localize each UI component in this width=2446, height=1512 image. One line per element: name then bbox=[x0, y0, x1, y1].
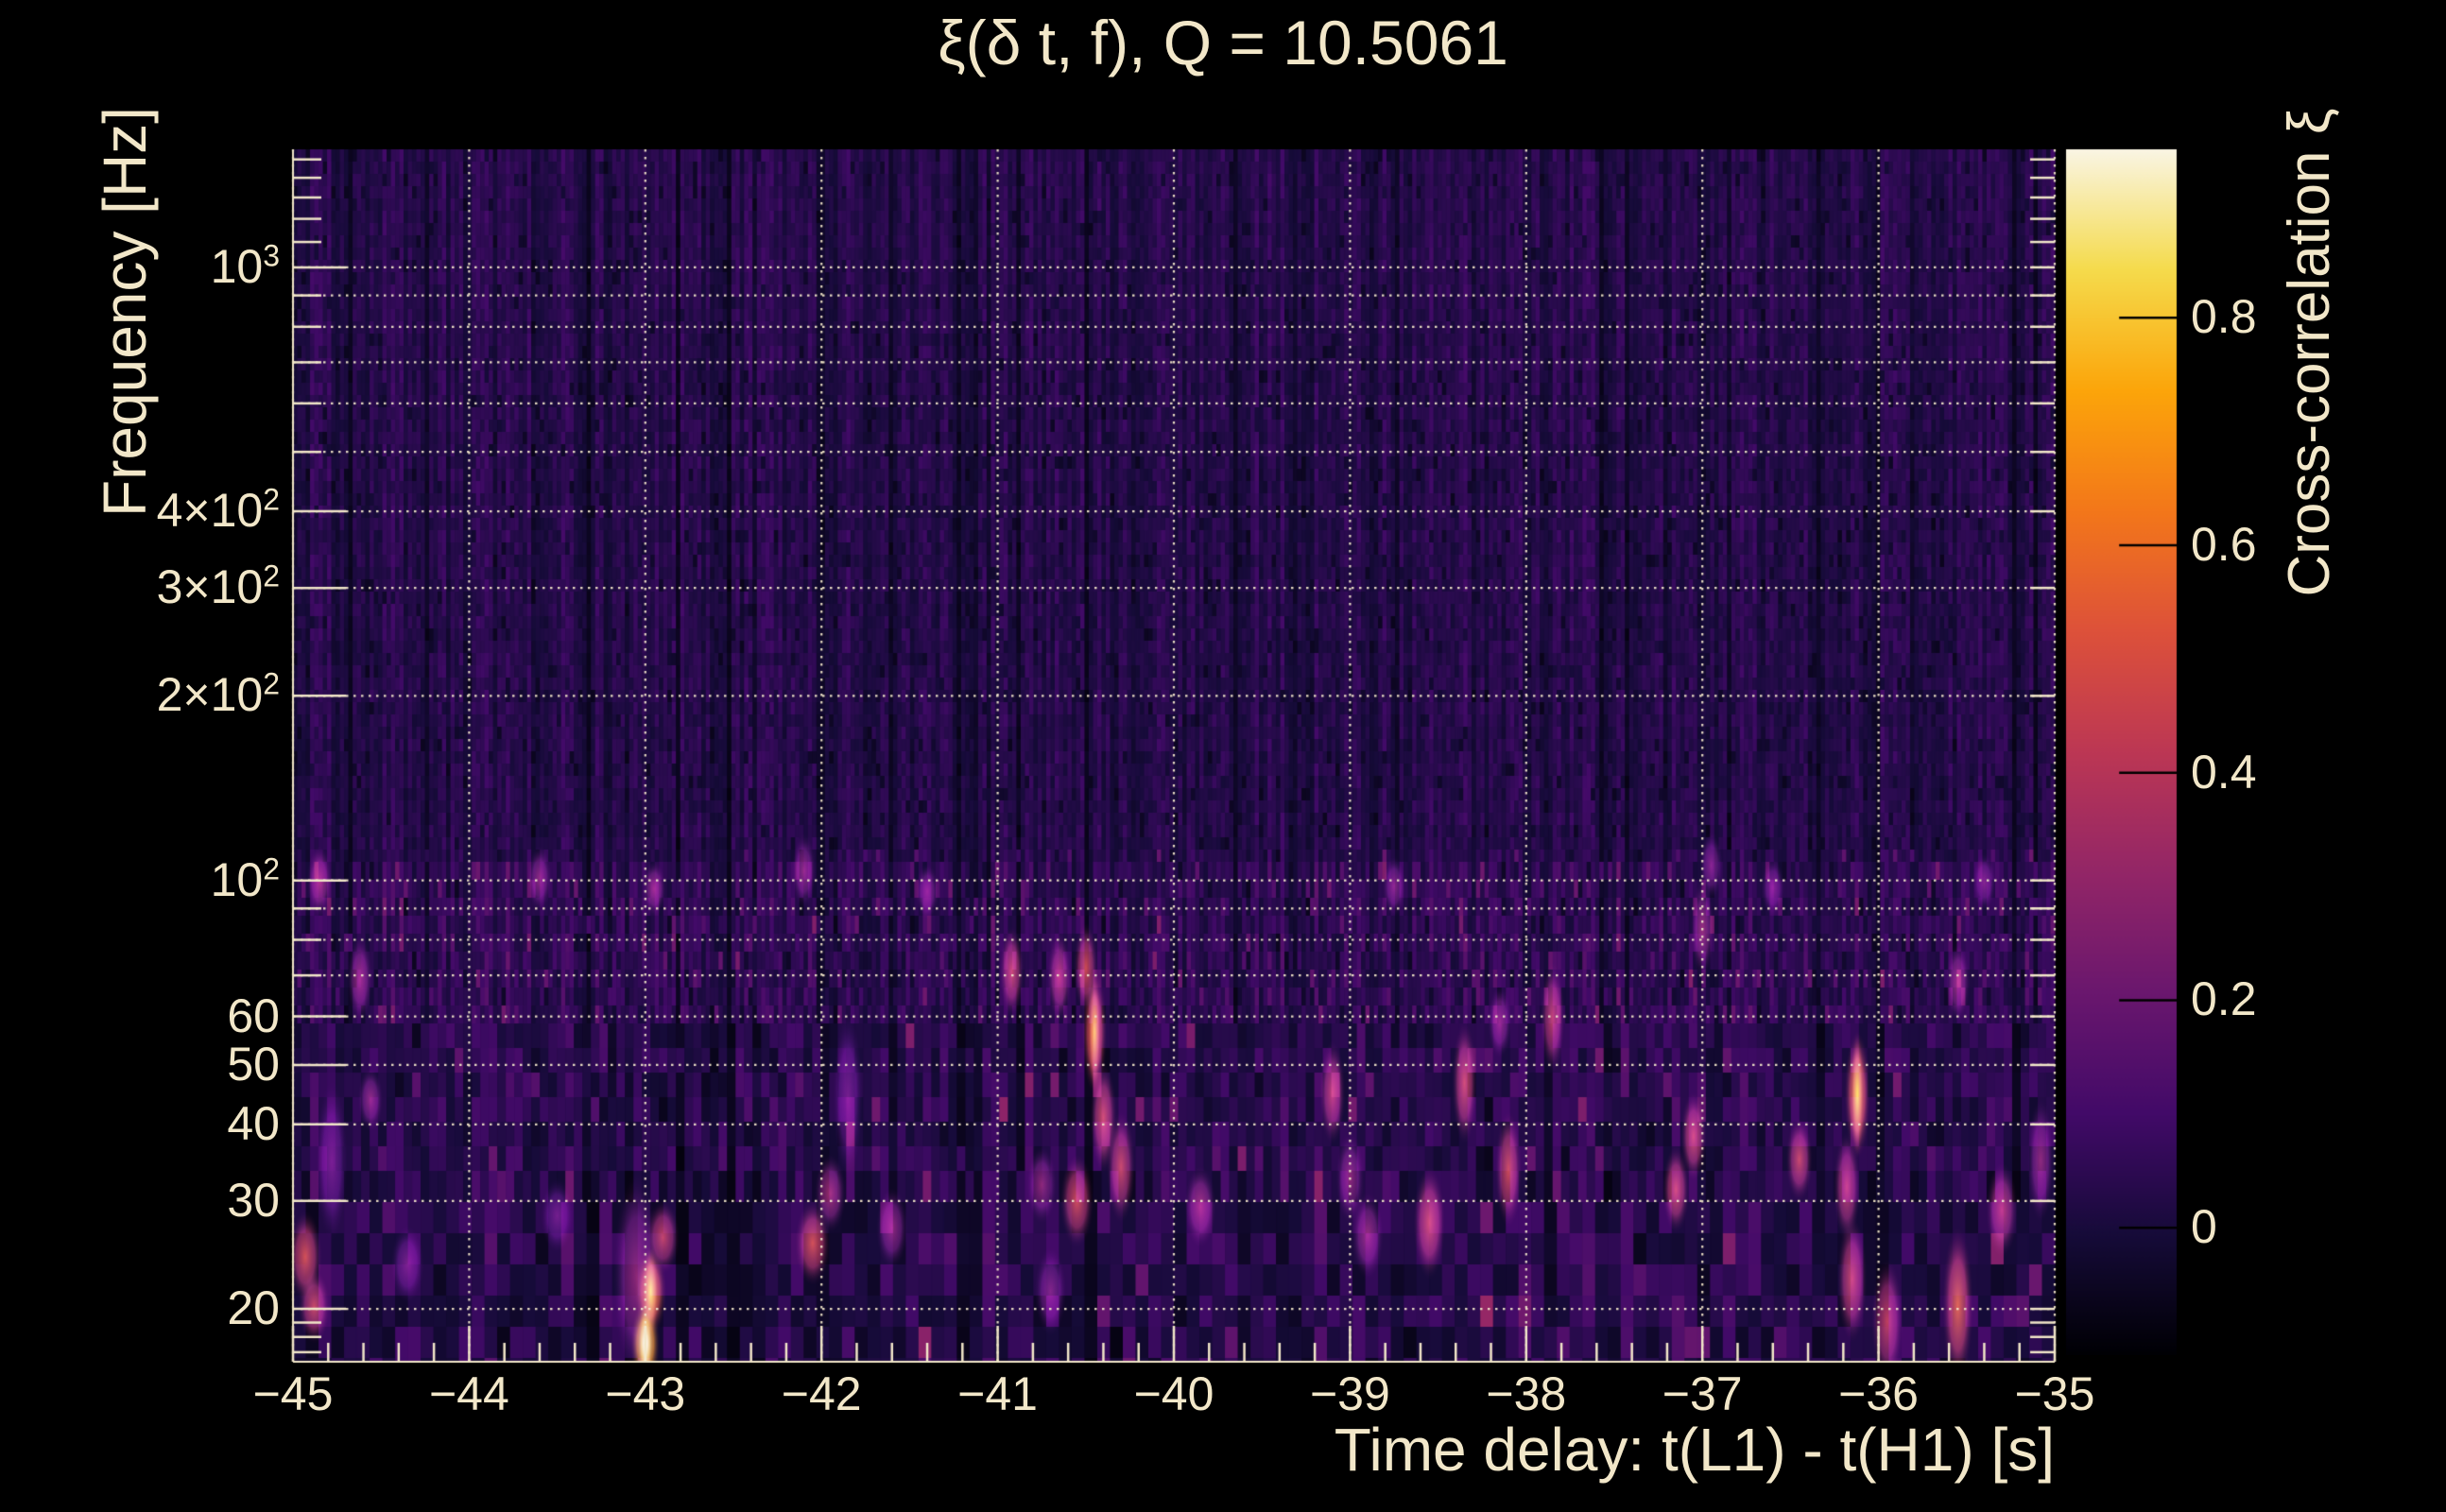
chart-title: ξ(δ t, f), Q = 10.5061 bbox=[938, 8, 1508, 77]
x-tick-label: −37 bbox=[1662, 1367, 1743, 1420]
y-tick-label: 102 bbox=[210, 850, 280, 906]
y-tick-label: 4×102 bbox=[156, 482, 280, 538]
colorbar-tick-label: 0.2 bbox=[2191, 972, 2257, 1026]
y-axis-title: Frequency [Hz] bbox=[91, 107, 159, 517]
y-tick-label: 2×102 bbox=[156, 666, 280, 722]
x-tick-label: −35 bbox=[2014, 1367, 2095, 1420]
x-tick-label: −45 bbox=[252, 1367, 334, 1420]
colorbar-tick-label: 0 bbox=[2191, 1200, 2217, 1254]
x-tick-label: −38 bbox=[1486, 1367, 1567, 1420]
y-tick-label: 3×102 bbox=[156, 558, 280, 614]
colorbar-tick-label: 0.6 bbox=[2191, 517, 2257, 571]
y-tick-label: 103 bbox=[210, 238, 280, 293]
x-tick-label: −36 bbox=[1838, 1367, 1920, 1420]
y-tick-label: 30 bbox=[227, 1173, 280, 1227]
x-tick-label: −39 bbox=[1309, 1367, 1390, 1420]
y-tick-label: 60 bbox=[227, 988, 280, 1042]
heatmap-canvas bbox=[0, 0, 2446, 1512]
y-tick-label: 40 bbox=[227, 1096, 280, 1150]
x-tick-label: −43 bbox=[605, 1367, 686, 1420]
colorbar-title: Cross-correlation ξ bbox=[2277, 108, 2342, 597]
y-tick-label: 50 bbox=[227, 1037, 280, 1091]
x-tick-label: −40 bbox=[1133, 1367, 1214, 1420]
figure: ξ(δ t, f), Q = 10.5061 Frequency [Hz] Ti… bbox=[0, 0, 2446, 1512]
x-axis-title: Time delay: t(L1) - t(H1) [s] bbox=[1334, 1416, 2055, 1484]
colorbar-tick-label: 0.4 bbox=[2191, 745, 2257, 799]
x-tick-label: −41 bbox=[957, 1367, 1039, 1420]
x-tick-label: −44 bbox=[428, 1367, 509, 1420]
y-tick-label: 20 bbox=[227, 1281, 280, 1335]
colorbar-tick-label: 0.8 bbox=[2191, 290, 2257, 344]
x-tick-label: −42 bbox=[781, 1367, 862, 1420]
